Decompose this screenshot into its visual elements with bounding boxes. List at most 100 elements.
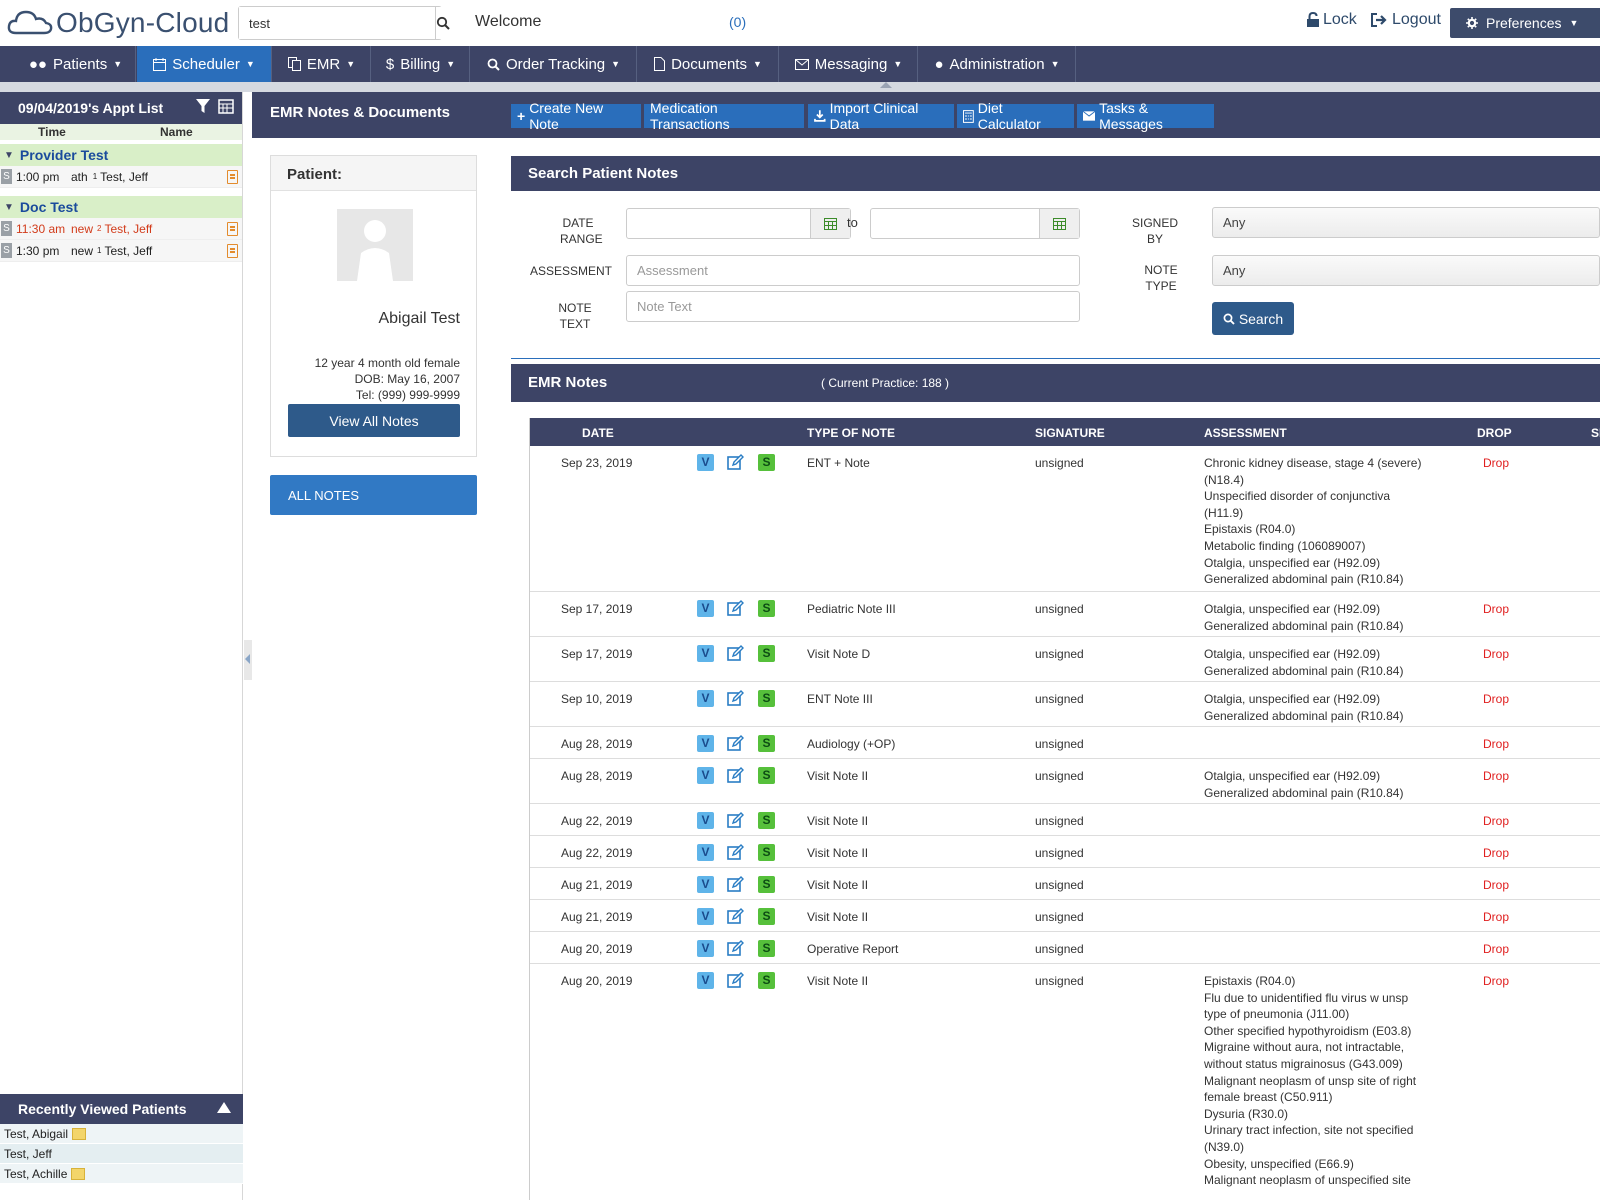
table-row[interactable]: Sep 17, 2019 V S Visit Note D unsigned Otalgi… [530, 637, 1600, 682]
edit-note-icon[interactable] [727, 735, 744, 752]
edit-note-icon[interactable] [727, 940, 744, 957]
edit-note-icon[interactable] [727, 876, 744, 893]
table-row[interactable]: Sep 17, 2019 V S Pediatric Note III unsigned… [530, 592, 1600, 637]
nav-scheduler[interactable]: Scheduler ▼ [137, 46, 272, 82]
nav-order-tracking[interactable]: Order Tracking ▼ [471, 46, 637, 82]
drop-link[interactable]: Drop [1483, 601, 1509, 618]
sticky-note-icon[interactable] [71, 1167, 86, 1180]
note-document-icon[interactable] [227, 170, 238, 184]
sign-note-icon[interactable]: S [758, 844, 775, 861]
edit-note-icon[interactable] [727, 844, 744, 861]
calendar-icon[interactable] [218, 98, 234, 114]
drop-link[interactable]: Drop [1483, 691, 1509, 708]
note-document-icon[interactable] [227, 244, 238, 258]
sticky-note-icon[interactable] [72, 1127, 87, 1140]
edit-note-icon[interactable] [727, 690, 744, 707]
sign-note-icon[interactable]: S [758, 690, 775, 707]
drop-link[interactable]: Drop [1483, 877, 1509, 894]
view-note-icon[interactable]: V [697, 876, 714, 893]
drop-link[interactable]: Drop [1483, 646, 1509, 663]
all-notes-button[interactable]: ALL NOTES [270, 475, 477, 515]
nav-administration[interactable]: ● Administration ▼ [919, 46, 1076, 82]
search-input[interactable] [239, 7, 435, 39]
table-row[interactable]: Aug 22, 2019 V S Visit Note II unsigned Drop [530, 804, 1600, 836]
medication-transactions-button[interactable]: Medication Transactions [644, 100, 804, 132]
drop-link[interactable]: Drop [1483, 941, 1509, 958]
nav-emr[interactable]: EMR ▼ [273, 46, 371, 82]
drop-link[interactable]: Drop [1483, 455, 1509, 472]
view-note-icon[interactable]: V [697, 908, 714, 925]
edit-note-icon[interactable] [727, 972, 744, 989]
drop-link[interactable]: Drop [1483, 768, 1509, 785]
table-row[interactable]: Aug 21, 2019 V S Visit Note II unsigned Drop [530, 900, 1600, 932]
recent-patient[interactable]: Test, Achille [0, 1164, 243, 1184]
filter-icon[interactable] [196, 98, 210, 114]
view-all-notes-button[interactable]: View All Notes [288, 404, 460, 437]
date-from-calendar[interactable] [810, 209, 850, 238]
note-text-input[interactable]: Note Text [626, 291, 1080, 322]
edit-note-icon[interactable] [727, 645, 744, 662]
sidebar-collapse-icon[interactable] [244, 640, 252, 680]
sign-note-icon[interactable]: S [758, 767, 775, 784]
view-note-icon[interactable]: V [697, 940, 714, 957]
appt-row[interactable]: S 1:30 pm new 1 Test, Jeff [0, 240, 242, 262]
edit-note-icon[interactable] [727, 767, 744, 784]
view-note-icon[interactable]: V [697, 735, 714, 752]
note-type-select[interactable]: Any [1212, 255, 1600, 286]
sign-note-icon[interactable]: S [758, 812, 775, 829]
sign-note-icon[interactable]: S [758, 600, 775, 617]
sign-note-icon[interactable]: S [758, 735, 775, 752]
table-row[interactable]: Aug 22, 2019 V S Visit Note II unsigned Drop [530, 836, 1600, 868]
logout-button[interactable]: Logout [1370, 11, 1441, 29]
sign-note-icon[interactable]: S [758, 645, 775, 662]
nav-messaging[interactable]: Messaging ▼ [780, 46, 918, 82]
nav-billing[interactable]: $ Billing ▼ [372, 46, 470, 82]
table-row[interactable]: Sep 10, 2019 V S ENT Note III unsigned Otalgi… [530, 682, 1600, 727]
search-button[interactable] [435, 7, 450, 39]
drop-link[interactable]: Drop [1483, 973, 1509, 990]
import-clinical-data-button[interactable]: Import Clinical Data [808, 100, 954, 132]
date-from-input[interactable] [626, 208, 851, 239]
appt-row[interactable]: S 11:30 am new 2 Test, Jeff [0, 218, 242, 240]
drop-link[interactable]: Drop [1483, 845, 1509, 862]
edit-note-icon[interactable] [727, 908, 744, 925]
drop-link[interactable]: Drop [1483, 736, 1509, 753]
date-to-input[interactable] [870, 208, 1080, 239]
view-note-icon[interactable]: V [697, 690, 714, 707]
provider-group[interactable]: ▼ Provider Test [0, 144, 242, 166]
recent-patient[interactable]: Test, Jeff [0, 1144, 243, 1164]
view-note-icon[interactable]: V [697, 645, 714, 662]
table-row[interactable]: Aug 28, 2019 V S Audiology (+OP) unsigned Dro… [530, 727, 1600, 759]
view-note-icon[interactable]: V [697, 600, 714, 617]
date-to-calendar[interactable] [1039, 209, 1079, 238]
recent-patient[interactable]: Test, Abigail [0, 1124, 243, 1144]
view-note-icon[interactable]: V [697, 454, 714, 471]
recent-patients-header[interactable]: Recently Viewed Patients [0, 1094, 243, 1124]
tasks-messages-button[interactable]: Tasks & Messages [1077, 100, 1214, 132]
table-row[interactable]: Sep 23, 2019 V S ENT + Note unsigned Chronic … [530, 446, 1600, 592]
app-logo[interactable]: ObGyn-Cloud [6, 4, 229, 42]
table-row[interactable]: Aug 20, 2019 V S Operative Report unsigned Dr… [530, 932, 1600, 964]
view-note-icon[interactable]: V [697, 812, 714, 829]
collapse-up-icon[interactable] [217, 1102, 231, 1113]
sign-note-icon[interactable]: S [758, 940, 775, 957]
sign-note-icon[interactable]: S [758, 972, 775, 989]
table-row[interactable]: Aug 28, 2019 V S Visit Note II unsigned Otalg… [530, 759, 1600, 804]
sign-note-icon[interactable]: S [758, 876, 775, 893]
table-row[interactable]: Aug 21, 2019 V S Visit Note II unsigned Drop [530, 868, 1600, 900]
drop-link[interactable]: Drop [1483, 813, 1509, 830]
create-note-button[interactable]: + Create New Note [511, 100, 641, 132]
sign-note-icon[interactable]: S [758, 908, 775, 925]
view-note-icon[interactable]: V [697, 844, 714, 861]
lock-button[interactable]: Lock [1306, 11, 1357, 29]
edit-note-icon[interactable] [727, 454, 744, 471]
sign-note-icon[interactable]: S [758, 454, 775, 471]
nav-patients[interactable]: ●● Patients ▼ [16, 46, 136, 82]
view-note-icon[interactable]: V [697, 972, 714, 989]
preferences-dropdown[interactable]: Preferences ▼ [1450, 8, 1600, 38]
message-count-link[interactable]: (0) [729, 14, 746, 30]
diet-calculator-button[interactable]: Diet Calculator [957, 100, 1074, 132]
drop-link[interactable]: Drop [1483, 909, 1509, 926]
search-notes-button[interactable]: Search [1212, 302, 1294, 335]
note-document-icon[interactable] [227, 222, 238, 236]
